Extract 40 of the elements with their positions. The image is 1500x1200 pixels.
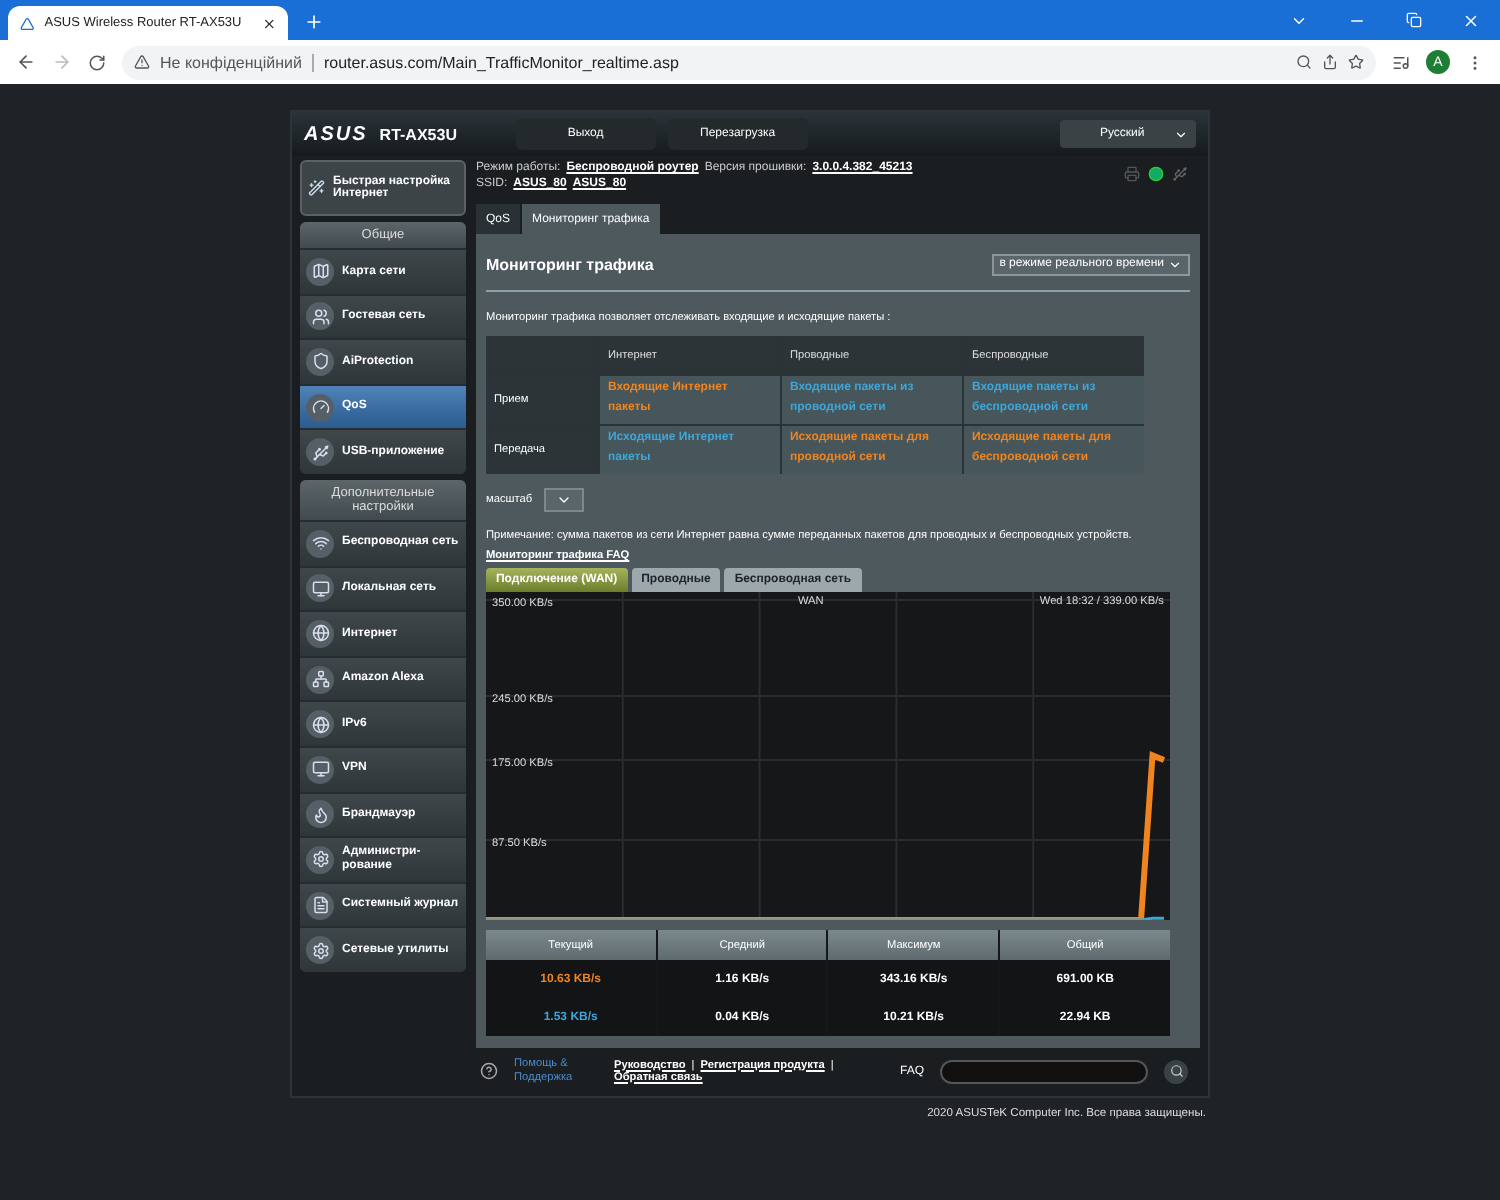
gear-icon bbox=[306, 936, 334, 965]
document-icon bbox=[306, 891, 334, 920]
help-icon bbox=[479, 1062, 498, 1080]
monitor-icon bbox=[306, 574, 334, 603]
monitor-icon bbox=[306, 755, 334, 784]
globe-icon bbox=[306, 619, 334, 648]
back-icon[interactable] bbox=[16, 52, 36, 72]
caret-icon bbox=[1168, 257, 1182, 271]
search-button[interactable] bbox=[1164, 1059, 1188, 1083]
globe-icon bbox=[306, 710, 334, 739]
address-bar[interactable]: Не конфіденційний router.asus.com/Main_TrafficMonitor_realtime.asp bbox=[122, 45, 1376, 79]
playlist-icon[interactable] bbox=[1392, 53, 1410, 71]
flame-icon bbox=[306, 800, 334, 829]
people-icon bbox=[306, 302, 334, 331]
share-icon[interactable] bbox=[1322, 54, 1338, 70]
caret-icon bbox=[1174, 127, 1188, 141]
status-icon[interactable] bbox=[1148, 166, 1164, 182]
restore-icon[interactable] bbox=[1406, 12, 1422, 28]
reload-icon[interactable] bbox=[88, 53, 106, 71]
scale-select[interactable] bbox=[544, 488, 585, 512]
gauge-icon bbox=[306, 393, 334, 422]
usb-icon[interactable] bbox=[1172, 166, 1188, 182]
new-tab-icon[interactable] bbox=[304, 12, 324, 32]
wifi-icon bbox=[306, 529, 334, 558]
logo: ASUS bbox=[304, 123, 368, 145]
search-icon[interactable] bbox=[1296, 54, 1312, 70]
warning-icon bbox=[134, 54, 150, 70]
map-icon bbox=[306, 257, 334, 286]
search-icon bbox=[1169, 1064, 1183, 1078]
close-icon[interactable] bbox=[261, 15, 276, 31]
caret-icon bbox=[556, 492, 573, 508]
shield-icon bbox=[306, 347, 334, 376]
wand-icon bbox=[308, 176, 326, 200]
gear-icon bbox=[306, 845, 334, 874]
star-icon[interactable] bbox=[1348, 54, 1364, 70]
network-icon bbox=[306, 665, 334, 694]
panel-title: Мониторинг трафика bbox=[485, 255, 654, 273]
usb-icon bbox=[306, 438, 334, 467]
model-name: RT-AX53U bbox=[379, 125, 459, 143]
faq-search-field[interactable] bbox=[940, 1059, 1148, 1083]
